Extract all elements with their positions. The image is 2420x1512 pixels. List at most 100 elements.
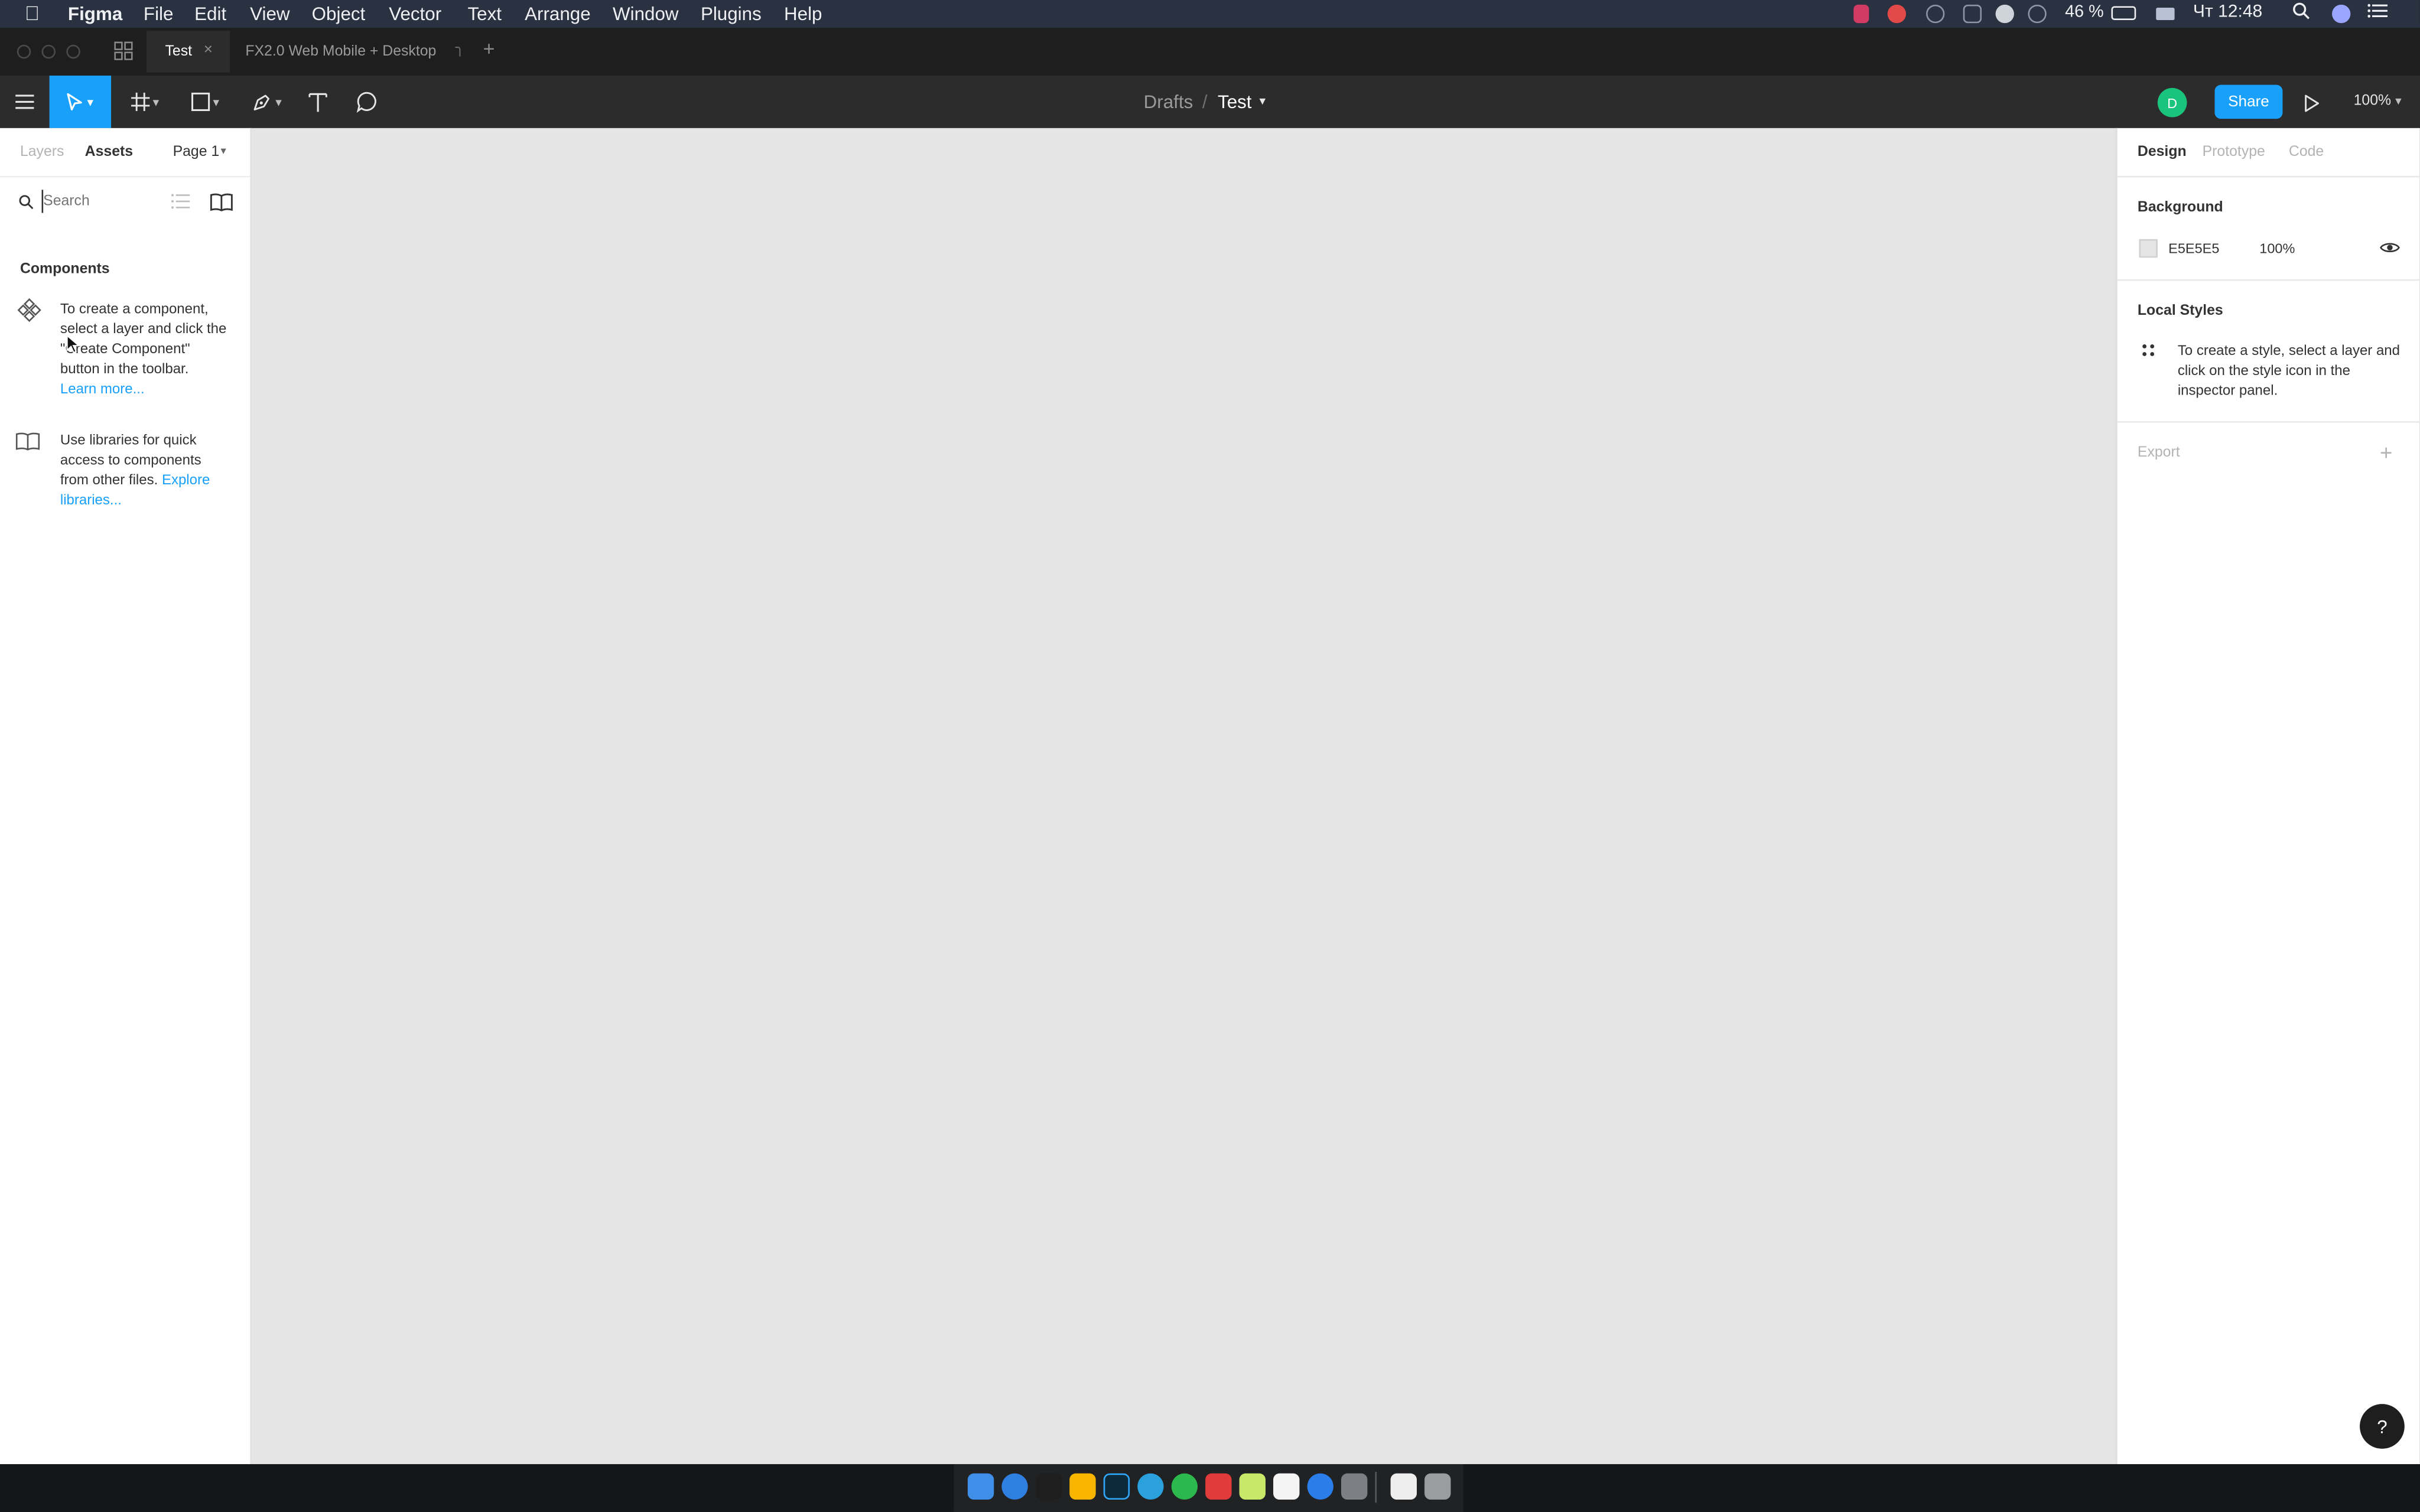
menu-arrange[interactable]: Arrange — [525, 3, 591, 25]
new-tab-plus-icon[interactable]: + — [483, 37, 495, 60]
tab-test-label: Test — [165, 43, 193, 60]
todo-icon[interactable] — [1205, 1473, 1232, 1500]
export-heading: Export — [2137, 444, 2180, 462]
components-help-text: To create a component, select a layer an… — [60, 301, 227, 377]
right-panel-design: Design Prototype Code Background E5E5E5 … — [2116, 128, 2420, 1464]
chevron-down-icon[interactable]: ▾ — [221, 145, 226, 157]
tab-code[interactable]: Code — [2289, 144, 2324, 161]
keyboard-layout-flag-icon[interactable] — [2156, 8, 2175, 20]
photoshop-icon[interactable] — [1103, 1473, 1130, 1500]
document-icon[interactable] — [1390, 1473, 1417, 1500]
tab-prototype[interactable]: Prototype — [2203, 144, 2265, 161]
text-tool-icon — [308, 92, 327, 112]
chevron-down-icon[interactable]: ▾ — [87, 95, 93, 109]
main-menu-hamburger-icon[interactable] — [6, 76, 43, 128]
dock-separator — [1375, 1472, 1377, 1503]
visibility-eye-icon[interactable] — [2380, 241, 2400, 259]
app-store-icon[interactable] — [1307, 1473, 1333, 1500]
tab-layers[interactable]: Layers — [20, 144, 64, 161]
components-heading: Components — [19, 260, 110, 278]
tab-close-icon[interactable]: × — [204, 42, 213, 59]
file-browser-grid-icon[interactable] — [114, 41, 133, 65]
style-dots-icon — [2142, 344, 2155, 361]
chevron-down-icon[interactable]: ▾ — [275, 95, 281, 109]
tab-test[interactable]: Test × — [147, 31, 230, 73]
pen-icon — [254, 94, 271, 110]
notes-icon[interactable] — [1239, 1473, 1266, 1500]
design-canvas[interactable] — [251, 128, 2116, 1464]
tab-design[interactable]: Design — [2138, 144, 2187, 161]
menu-help[interactable]: Help — [784, 3, 822, 25]
component-diamond-icon — [17, 298, 42, 327]
add-export-plus-icon[interactable]: + — [2380, 439, 2392, 464]
help-button[interactable]: ? — [2360, 1404, 2405, 1449]
present-play-icon[interactable] — [2304, 93, 2320, 120]
siri-icon[interactable] — [2332, 4, 2351, 24]
notification-tray-icon[interactable] — [1887, 4, 1907, 24]
frame-tool-button[interactable]: ▾ — [123, 76, 167, 128]
finder-icon[interactable] — [967, 1473, 994, 1500]
telegram-icon[interactable] — [1137, 1473, 1164, 1500]
window-close-button[interactable] — [17, 44, 31, 59]
evernote-tray-icon[interactable] — [1995, 4, 2014, 24]
breadcrumb-separator: / — [1202, 91, 1208, 113]
figma-tab-bar: Test × FX2.0 Web Mobile + Desktop ╮ + — [0, 28, 2420, 76]
text-tool-button[interactable] — [302, 76, 333, 128]
menu-edit[interactable]: Edit — [194, 3, 226, 25]
menu-text[interactable]: Text — [467, 3, 502, 25]
battery-icon[interactable] — [2111, 6, 2136, 20]
creative-cloud-icon[interactable] — [1926, 4, 1945, 24]
background-color-swatch[interactable] — [2139, 239, 2158, 258]
dropbox-icon[interactable] — [1963, 4, 1982, 24]
calendar-icon[interactable] — [1273, 1473, 1300, 1500]
left-panel-assets: Layers Assets Page 1 ▾ Components To cre… — [0, 128, 252, 1464]
learn-more-link[interactable]: Learn more... — [60, 380, 233, 400]
notification-center-icon[interactable] — [2367, 2, 2388, 25]
trash-icon[interactable] — [1424, 1473, 1451, 1500]
chevron-down-icon[interactable]: ▾ — [2395, 94, 2401, 108]
sync-tray-icon[interactable] — [2028, 4, 2047, 24]
move-tool-button[interactable]: ▾ — [49, 75, 112, 128]
comment-tool-button[interactable] — [352, 76, 383, 128]
tab-fx2-web[interactable]: FX2.0 Web Mobile + Desktop — [245, 43, 436, 60]
menu-app-figma[interactable]: Figma — [68, 3, 122, 25]
figma-icon[interactable] — [1035, 1473, 1062, 1500]
chevron-down-icon[interactable]: ▾ — [1260, 94, 1266, 108]
tab-assets[interactable]: Assets — [85, 144, 133, 161]
list-view-icon[interactable] — [171, 193, 190, 215]
zoom-level[interactable]: 100% — [2354, 93, 2392, 110]
menu-object[interactable]: Object — [312, 3, 366, 25]
shape-tool-button[interactable]: ▾ — [182, 76, 228, 128]
safari-icon[interactable] — [1001, 1473, 1028, 1500]
breadcrumb-drafts[interactable]: Drafts — [1144, 91, 1193, 113]
tab-loading-icon: ╮ — [455, 40, 465, 57]
background-hex-value[interactable]: E5E5E5 — [2168, 241, 2219, 256]
spotlight-search-icon[interactable] — [2292, 2, 2310, 25]
menu-vector[interactable]: Vector — [389, 3, 441, 25]
clock[interactable]: Чт 12:48 — [2193, 3, 2262, 21]
panel-divider — [0, 175, 251, 178]
status-tray-icon[interactable] — [1853, 4, 1869, 24]
share-button[interactable]: Share — [2214, 84, 2283, 119]
file-name-title[interactable]: Test — [1218, 91, 1252, 113]
frame-icon — [131, 92, 150, 112]
page-selector[interactable]: Page 1 — [173, 144, 220, 161]
apple-icon[interactable]:  — [25, 2, 40, 25]
library-book-icon — [15, 432, 40, 455]
sketch-icon[interactable] — [1069, 1473, 1096, 1500]
pen-tool-button[interactable]: ▾ — [244, 76, 290, 128]
evernote-icon[interactable] — [1171, 1473, 1198, 1500]
menu-plugins[interactable]: Plugins — [701, 3, 762, 25]
background-opacity[interactable]: 100% — [2259, 241, 2295, 256]
search-input[interactable] — [41, 190, 151, 213]
menu-window[interactable]: Window — [613, 3, 679, 25]
window-minimize-button[interactable] — [41, 44, 56, 59]
menu-file[interactable]: File — [144, 3, 174, 25]
menu-view[interactable]: View — [250, 3, 290, 25]
system-preferences-icon[interactable] — [1341, 1473, 1368, 1500]
window-zoom-button[interactable] — [66, 44, 80, 59]
chevron-down-icon[interactable]: ▾ — [213, 95, 219, 109]
chevron-down-icon[interactable]: ▾ — [153, 95, 159, 109]
team-library-book-icon[interactable] — [210, 193, 233, 216]
avatar[interactable]: D — [2157, 87, 2187, 118]
